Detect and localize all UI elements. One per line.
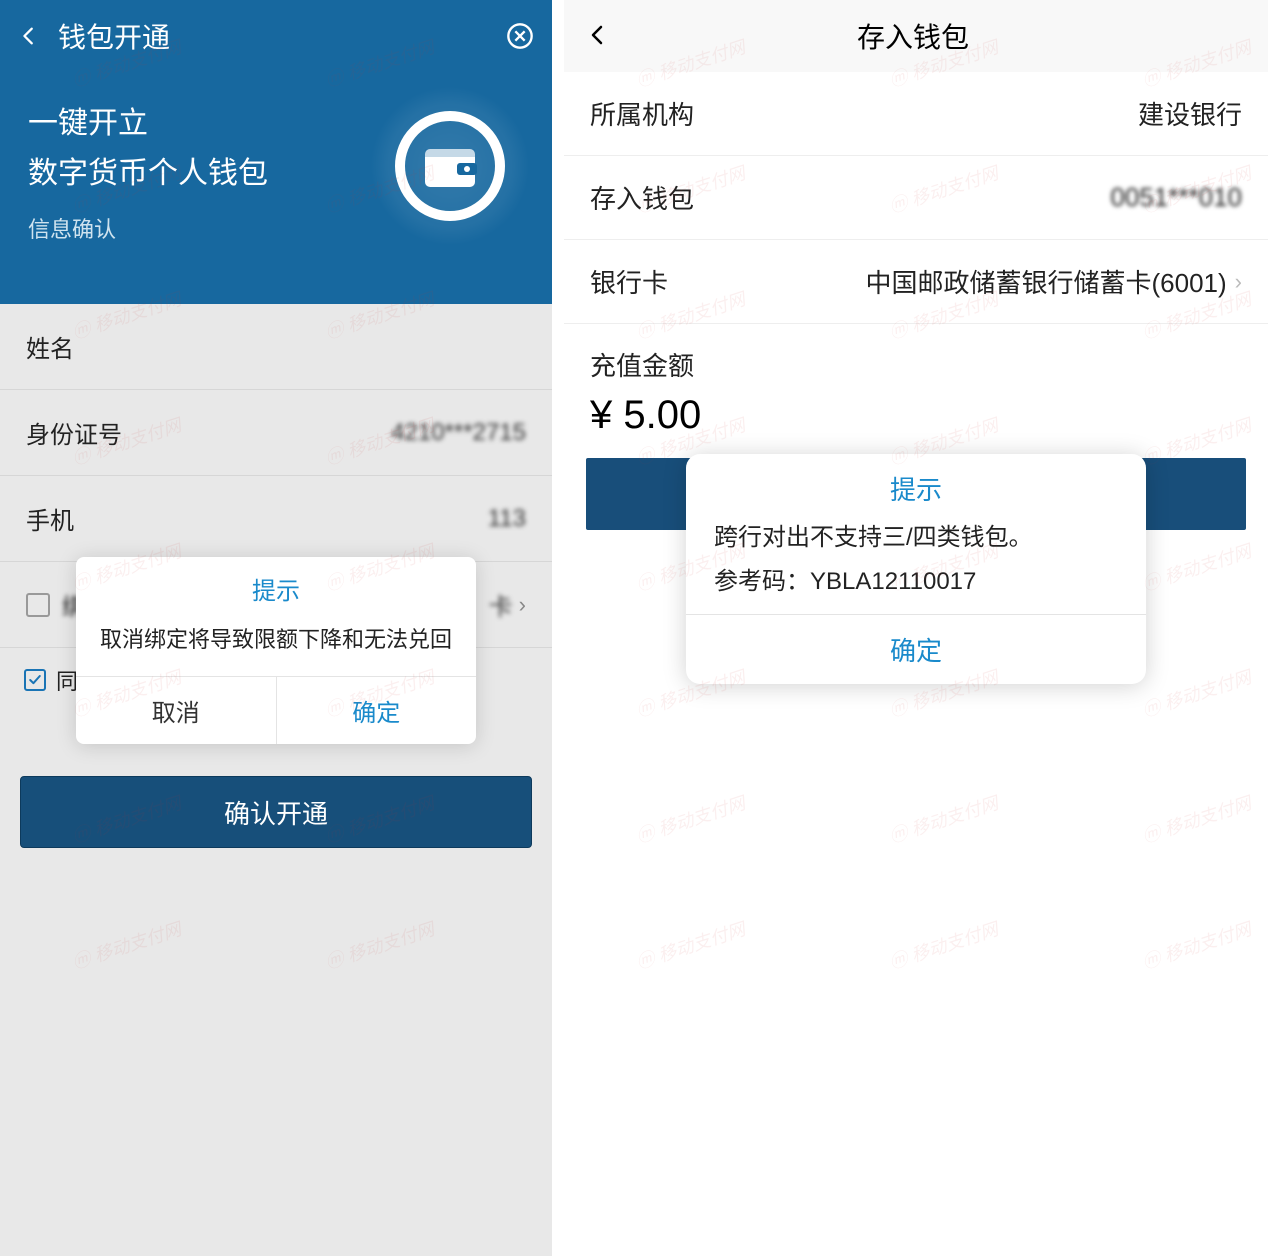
dialog-title: 提示 — [686, 454, 1146, 517]
org-row: 所属机构 建设银行 — [564, 72, 1268, 156]
phone-label: 手机 — [26, 501, 74, 536]
header: 钱包开通 — [0, 0, 552, 72]
alert-dialog: 提示 跨行对出不支持三/四类钱包。 参考码：YBLA12110017 确定 — [686, 454, 1146, 684]
org-value: 建设银行 — [694, 95, 1242, 132]
confirm-open-label: 确认开通 — [224, 794, 328, 831]
screen-deposit: 存入钱包 所属机构 建设银行 存入钱包 0051***010 银行卡 中国邮政储… — [564, 0, 1268, 1256]
bind-checkbox[interactable] — [26, 593, 50, 617]
dialog-ok-button[interactable]: 确定 — [277, 677, 477, 744]
hero: 一键开立 数字货币个人钱包 信息确认 — [0, 72, 552, 304]
name-label: 姓名 — [26, 329, 74, 364]
card-value: 中国邮政储蓄银行储蓄卡(6001) — [668, 263, 1227, 300]
id-label: 身份证号 — [26, 415, 122, 450]
wallet-label: 存入钱包 — [590, 179, 694, 216]
agree-checkbox[interactable] — [24, 669, 46, 691]
check-icon — [27, 672, 43, 688]
dialog-code-row: 参考码：YBLA12110017 — [686, 561, 1146, 614]
screen-wallet-open: 钱包开通 一键开立 数字货币个人钱包 信息确认 姓名 身份证号 4210** — [0, 0, 552, 1256]
page-title: 存入钱包 — [580, 16, 1246, 56]
close-button[interactable] — [506, 22, 534, 50]
wallet-value: 0051***010 — [694, 182, 1242, 213]
wallet-icon — [423, 143, 477, 189]
org-label: 所属机构 — [590, 95, 694, 132]
wallet-row: 存入钱包 0051***010 — [564, 156, 1268, 240]
amount-label: 充值金额 — [564, 324, 1268, 387]
bind-value: 卡 — [489, 587, 513, 622]
dialog-title: 提示 — [76, 557, 476, 612]
id-value: 4210***2715 — [122, 419, 526, 447]
back-button[interactable] — [18, 17, 40, 56]
phone-row[interactable]: 手机 113 — [0, 476, 552, 562]
close-circle-icon — [506, 22, 534, 50]
header: 存入钱包 — [564, 0, 1268, 72]
chevron-right-icon: › — [519, 592, 526, 618]
dialog-cancel-button[interactable]: 取消 — [76, 677, 277, 744]
dialog-code: YBLA12110017 — [810, 568, 976, 595]
alert-dialog: 提示 取消绑定将导致限额下降和无法兑回 取消 确定 — [76, 557, 476, 744]
dialog-code-label: 参考码： — [714, 568, 810, 595]
dialog-ok-button[interactable]: 确定 — [686, 614, 1146, 684]
amount-value[interactable]: ¥ 5.00 — [564, 387, 1268, 458]
bank-card-row[interactable]: 银行卡 中国邮政储蓄银行储蓄卡(6001) › — [564, 240, 1268, 324]
id-row[interactable]: 身份证号 4210***2715 — [0, 390, 552, 476]
hero-wallet-badge — [370, 86, 530, 246]
name-row[interactable]: 姓名 — [0, 304, 552, 390]
dialog-message: 取消绑定将导致限额下降和无法兑回 — [76, 612, 476, 676]
card-label: 银行卡 — [590, 263, 668, 300]
confirm-open-button[interactable]: 确认开通 — [20, 776, 532, 848]
phone-value: 113 — [74, 505, 526, 533]
chevron-left-icon — [18, 25, 40, 47]
page-title: 钱包开通 — [58, 16, 506, 56]
chevron-right-icon: › — [1235, 269, 1242, 295]
dialog-message: 跨行对出不支持三/四类钱包。 — [686, 517, 1146, 561]
